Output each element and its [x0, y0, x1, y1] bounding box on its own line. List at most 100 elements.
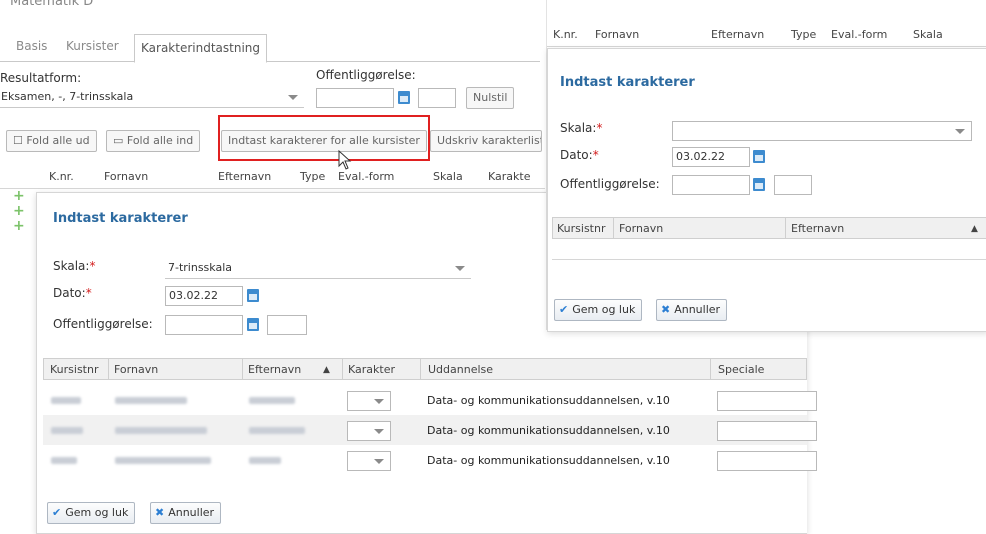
column-divider	[710, 359, 711, 379]
cancel-label: Annuller	[674, 303, 721, 316]
dato-label-text: Dato:	[560, 148, 593, 162]
fold-in-button[interactable]: ▭ Fold alle ind	[106, 130, 201, 152]
skala-label-text: Skala:	[53, 259, 90, 273]
tab-kursister[interactable]: Kursister	[60, 33, 125, 60]
col-type: Type	[791, 28, 817, 41]
dato-input[interactable]: 03.02.22	[165, 286, 243, 306]
table-row[interactable]: Data- og kommunikationsuddannelsen, v.10	[43, 385, 817, 415]
offentlig-time-input[interactable]	[267, 315, 307, 335]
redacted-kursistnr	[51, 427, 83, 434]
save-label: Gem og luk	[65, 506, 129, 519]
col-karakter: Karakte	[488, 170, 531, 183]
speciale-input[interactable]	[717, 421, 817, 441]
chevron-down-icon	[374, 459, 384, 464]
print-list-button[interactable]: Udskriv karakterliste	[430, 130, 542, 152]
column-divider	[242, 359, 243, 379]
uddannelse-cell: Data- og kommunikationsuddannelsen, v.10	[427, 394, 670, 407]
save-and-close-button[interactable]: ✔ Gem og luk	[554, 299, 643, 321]
mouse-cursor-icon	[338, 150, 352, 170]
dato-input[interactable]: 03.02.22	[672, 147, 750, 167]
checkmark-icon: ✔	[559, 303, 569, 316]
column-divider	[108, 359, 109, 379]
plus-icon[interactable]: +	[13, 203, 25, 219]
col-karakter: Karakter	[348, 363, 395, 376]
col-knr: K.nr.	[553, 28, 578, 41]
grades-grid-header: Kursistnr Fornavn Efternavn ▲ Karakter U…	[43, 358, 807, 380]
col-uddannelse: Uddannelse	[428, 363, 494, 376]
uddannelse-cell: Data- og kommunikationsuddannelsen, v.10	[427, 454, 670, 467]
offentlig-time-input[interactable]	[418, 88, 456, 108]
dialog-title: Indtast karakterer	[560, 75, 695, 90]
required-marker: *	[592, 148, 599, 162]
nulstil-button[interactable]: Nulstil	[466, 87, 515, 109]
calendar-icon[interactable]	[753, 178, 765, 191]
col-efternavn[interactable]: Efternavn	[248, 359, 301, 381]
col-kursistnr: Kursistnr	[50, 363, 99, 376]
table-row[interactable]: Data- og kommunikationsuddannelsen, v.10	[43, 415, 817, 445]
sort-ascending-icon[interactable]: ▲	[971, 218, 978, 240]
cancel-label: Annuller	[168, 506, 215, 519]
plus-icon[interactable]: +	[13, 218, 25, 234]
resultatform-select[interactable]: Eksamen, -, 7-trinsskala	[0, 88, 304, 108]
collapse-icon: ▭	[113, 134, 127, 147]
offentlig-date-input[interactable]	[316, 88, 394, 108]
col-kursistnr: Kursistnr	[557, 222, 606, 235]
chevron-down-icon	[955, 129, 965, 134]
column-divider	[785, 218, 786, 238]
skala-label: Skala:*	[53, 259, 95, 273]
tab-karakterindtastning[interactable]: Karakterindtastning	[134, 34, 268, 63]
background-grid-header: K.nr. Fornavn Efternavn Type Eval.-form …	[0, 166, 545, 189]
resultatform-value: Eksamen, -, 7-trinsskala	[1, 90, 134, 103]
checkmark-icon: ✔	[52, 506, 62, 519]
skala-label: Skala:*	[560, 121, 602, 135]
fold-out-button[interactable]: ☐ Fold alle ud	[6, 130, 97, 152]
offentlig-date-input[interactable]	[672, 175, 750, 195]
speciale-input[interactable]	[717, 451, 817, 471]
column-divider	[342, 359, 343, 379]
offentlig-time-input[interactable]	[774, 175, 812, 195]
offentlig-date-input[interactable]	[165, 315, 243, 335]
sort-ascending-icon[interactable]: ▲	[323, 359, 330, 381]
calendar-icon[interactable]	[247, 318, 259, 331]
expand-icon: ☐	[13, 134, 27, 147]
skala-select[interactable]: 7-trinsskala	[165, 259, 471, 279]
save-and-close-button[interactable]: ✔ Gem og luk	[47, 502, 136, 524]
col-fornavn: Fornavn	[114, 363, 159, 376]
table-row[interactable]: Data- og kommunikationsuddannelsen, v.10	[43, 445, 817, 475]
tab-basis[interactable]: Basis	[10, 33, 53, 60]
required-marker: *	[85, 286, 92, 300]
right-dialog-panel: K.nr. Fornavn Efternavn Type Eval.-form …	[546, 0, 986, 332]
redacted-efternavn	[249, 427, 305, 434]
dialog-title: Indtast karakterer	[53, 211, 188, 226]
col-efternavn[interactable]: Efternavn	[791, 218, 844, 240]
calendar-icon[interactable]	[398, 91, 410, 104]
col-fornavn: Fornavn	[595, 28, 640, 41]
karakter-select[interactable]	[347, 421, 391, 441]
fold-in-label: Fold alle ind	[126, 134, 194, 147]
enter-all-grades-button[interactable]: Indtast karakterer for alle kursister	[221, 130, 427, 152]
dato-label: Dato:*	[53, 286, 92, 300]
close-icon: ✖	[661, 303, 671, 316]
cancel-button[interactable]: ✖ Annuller	[150, 502, 222, 524]
column-divider	[613, 218, 614, 238]
redacted-fornavn	[115, 397, 187, 404]
chevron-down-icon	[455, 266, 465, 271]
required-marker: *	[596, 121, 603, 135]
cancel-button[interactable]: ✖ Annuller	[656, 299, 728, 321]
save-label: Gem og luk	[572, 303, 636, 316]
karakter-select[interactable]	[347, 391, 391, 411]
karakter-select[interactable]	[347, 451, 391, 471]
plus-icon[interactable]: +	[13, 188, 25, 204]
col-fornavn: Fornavn	[619, 222, 664, 235]
calendar-icon[interactable]	[247, 289, 259, 302]
redacted-efternavn	[249, 397, 295, 404]
skala-select[interactable]	[672, 121, 972, 141]
redacted-fornavn	[115, 427, 207, 434]
calendar-icon[interactable]	[753, 150, 765, 163]
dato-label-text: Dato:	[53, 286, 86, 300]
close-icon: ✖	[155, 506, 165, 519]
speciale-input[interactable]	[717, 391, 817, 411]
col-type: Type	[300, 170, 326, 183]
skala-label-text: Skala:	[560, 121, 597, 135]
resultatform-label: Resultatform:	[0, 71, 82, 85]
